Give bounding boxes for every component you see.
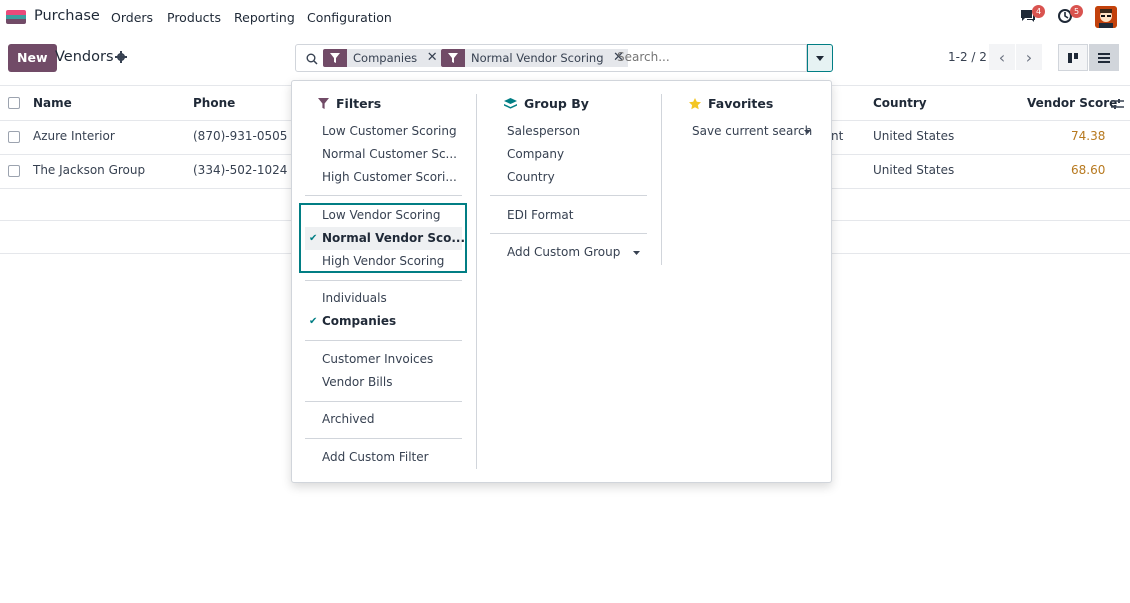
- menu-products[interactable]: Products: [167, 10, 221, 25]
- list-icon: [1098, 52, 1110, 63]
- activities-icon[interactable]: 5: [1057, 5, 1083, 24]
- column-divider: [476, 94, 477, 469]
- vendor-phone[interactable]: (334)-502-1024: [193, 163, 287, 177]
- select-all-checkbox[interactable]: [8, 97, 20, 109]
- menu-reporting[interactable]: Reporting: [234, 10, 295, 25]
- divider: [305, 401, 462, 402]
- groupby-salesperson[interactable]: Salesperson: [507, 124, 580, 138]
- star-icon: [689, 97, 701, 109]
- pager-next-button[interactable]: ›: [1016, 44, 1042, 70]
- add-custom-group[interactable]: Add Custom Group: [507, 245, 620, 259]
- facet-label: Normal Vendor Scoring: [465, 49, 610, 67]
- search-icon: [306, 53, 318, 65]
- filter-vendor-bills[interactable]: Vendor Bills: [322, 375, 392, 389]
- caret-down-icon[interactable]: [804, 130, 811, 134]
- messages-icon[interactable]: 4: [1019, 5, 1045, 24]
- divider: [305, 280, 462, 281]
- pager-value[interactable]: 1-2 / 2: [948, 50, 987, 64]
- facet-label: Companies: [347, 49, 424, 67]
- filter-normal-vendor-scoring[interactable]: Normal Vendor Sco...: [322, 231, 465, 245]
- app-name[interactable]: Purchase: [34, 8, 100, 24]
- header-phone[interactable]: Phone: [193, 96, 235, 110]
- save-current-search[interactable]: Save current search: [692, 124, 812, 138]
- user-avatar[interactable]: [1095, 6, 1117, 28]
- groupby-country[interactable]: Country: [507, 170, 555, 184]
- app-logo-icon[interactable]: [6, 10, 26, 24]
- row-checkbox[interactable]: [8, 131, 20, 143]
- filter-high-customer-scoring[interactable]: High Customer Scori...: [322, 170, 457, 184]
- divider: [305, 340, 462, 341]
- gear-icon[interactable]: [115, 51, 127, 63]
- kanban-view-button[interactable]: [1058, 44, 1088, 71]
- search-options-toggle[interactable]: [807, 44, 833, 72]
- new-button[interactable]: New: [8, 44, 57, 72]
- filter-low-vendor-scoring[interactable]: Low Vendor Scoring: [322, 208, 440, 222]
- groupby-edi-format[interactable]: EDI Format: [507, 208, 573, 222]
- check-icon: ✔: [309, 316, 318, 327]
- search-panel-dropdown: Filters Low Customer Scoring Normal Cust…: [291, 80, 832, 483]
- vendor-score[interactable]: 74.38: [1071, 129, 1105, 143]
- vendor-name[interactable]: Azure Interior: [33, 129, 115, 143]
- facet-normal-vendor-scoring: Normal Vendor Scoring ✕: [441, 49, 628, 67]
- vendor-country[interactable]: United States: [873, 163, 954, 177]
- caret-down-icon: [816, 55, 824, 61]
- menu-orders[interactable]: Orders: [111, 10, 153, 25]
- row-checkbox[interactable]: [8, 165, 20, 177]
- page-title[interactable]: Vendors: [55, 49, 114, 65]
- filter-individuals[interactable]: Individuals: [322, 291, 387, 305]
- group-by-title: Group By: [504, 96, 589, 111]
- filter-customer-invoices[interactable]: Customer Invoices: [322, 352, 433, 366]
- filter-icon: [323, 49, 347, 67]
- caret-down-icon[interactable]: [633, 251, 640, 255]
- filter-companies[interactable]: Companies: [322, 314, 396, 328]
- filter-archived[interactable]: Archived: [322, 412, 375, 426]
- column-divider: [661, 94, 662, 265]
- add-custom-filter[interactable]: Add Custom Filter: [322, 450, 429, 464]
- group-by-title-label: Group By: [524, 96, 589, 111]
- header-vendor-score[interactable]: Vendor Score: [1027, 96, 1117, 110]
- filter-normal-customer-scoring[interactable]: Normal Customer Sc...: [322, 147, 457, 161]
- pager-previous-button[interactable]: ‹: [989, 44, 1015, 70]
- messages-badge: 4: [1032, 5, 1045, 18]
- kanban-icon: [1068, 52, 1078, 63]
- filters-title-label: Filters: [336, 96, 382, 111]
- search-input[interactable]: [617, 50, 797, 64]
- check-icon: ✔: [309, 233, 318, 244]
- vendor-phone[interactable]: (870)-931-0505: [193, 129, 287, 143]
- filter-low-customer-scoring[interactable]: Low Customer Scoring: [322, 124, 457, 138]
- divider: [305, 195, 462, 196]
- vendor-score[interactable]: 68.60: [1071, 163, 1105, 177]
- filter-high-vendor-scoring[interactable]: High Vendor Scoring: [322, 254, 444, 268]
- list-view-button[interactable]: [1089, 44, 1119, 71]
- favorites-title-label: Favorites: [708, 96, 774, 111]
- divider: [490, 195, 647, 196]
- divider: [305, 438, 462, 439]
- vendor-country[interactable]: United States: [873, 129, 954, 143]
- groupby-company[interactable]: Company: [507, 147, 564, 161]
- filters-title: Filters: [318, 96, 381, 111]
- favorites-title: Favorites: [689, 96, 773, 111]
- header-country[interactable]: Country: [873, 96, 927, 110]
- control-panel: New Vendors Companies ✕ Normal Vendor Sc…: [0, 34, 1130, 84]
- divider: [490, 233, 647, 234]
- filter-icon: [318, 98, 329, 109]
- facet-companies: Companies ✕: [323, 49, 442, 67]
- activities-badge: 5: [1070, 5, 1083, 18]
- header-name[interactable]: Name: [33, 96, 72, 110]
- filter-icon: [441, 49, 465, 67]
- vendor-name[interactable]: The Jackson Group: [33, 163, 145, 177]
- chevron-left-icon: ‹: [998, 47, 1006, 67]
- menu-configuration[interactable]: Configuration: [307, 10, 392, 25]
- column-settings-icon[interactable]: [1111, 98, 1124, 110]
- search-bar[interactable]: Companies ✕ Normal Vendor Scoring ✕: [295, 44, 807, 72]
- vendor-partial-cell: nt: [831, 129, 844, 143]
- layers-icon: [504, 97, 517, 109]
- chevron-right-icon: ›: [1025, 47, 1033, 67]
- remove-facet-icon[interactable]: ✕: [423, 49, 442, 67]
- top-navbar: Purchase Orders Products Reporting Confi…: [0, 0, 1130, 34]
